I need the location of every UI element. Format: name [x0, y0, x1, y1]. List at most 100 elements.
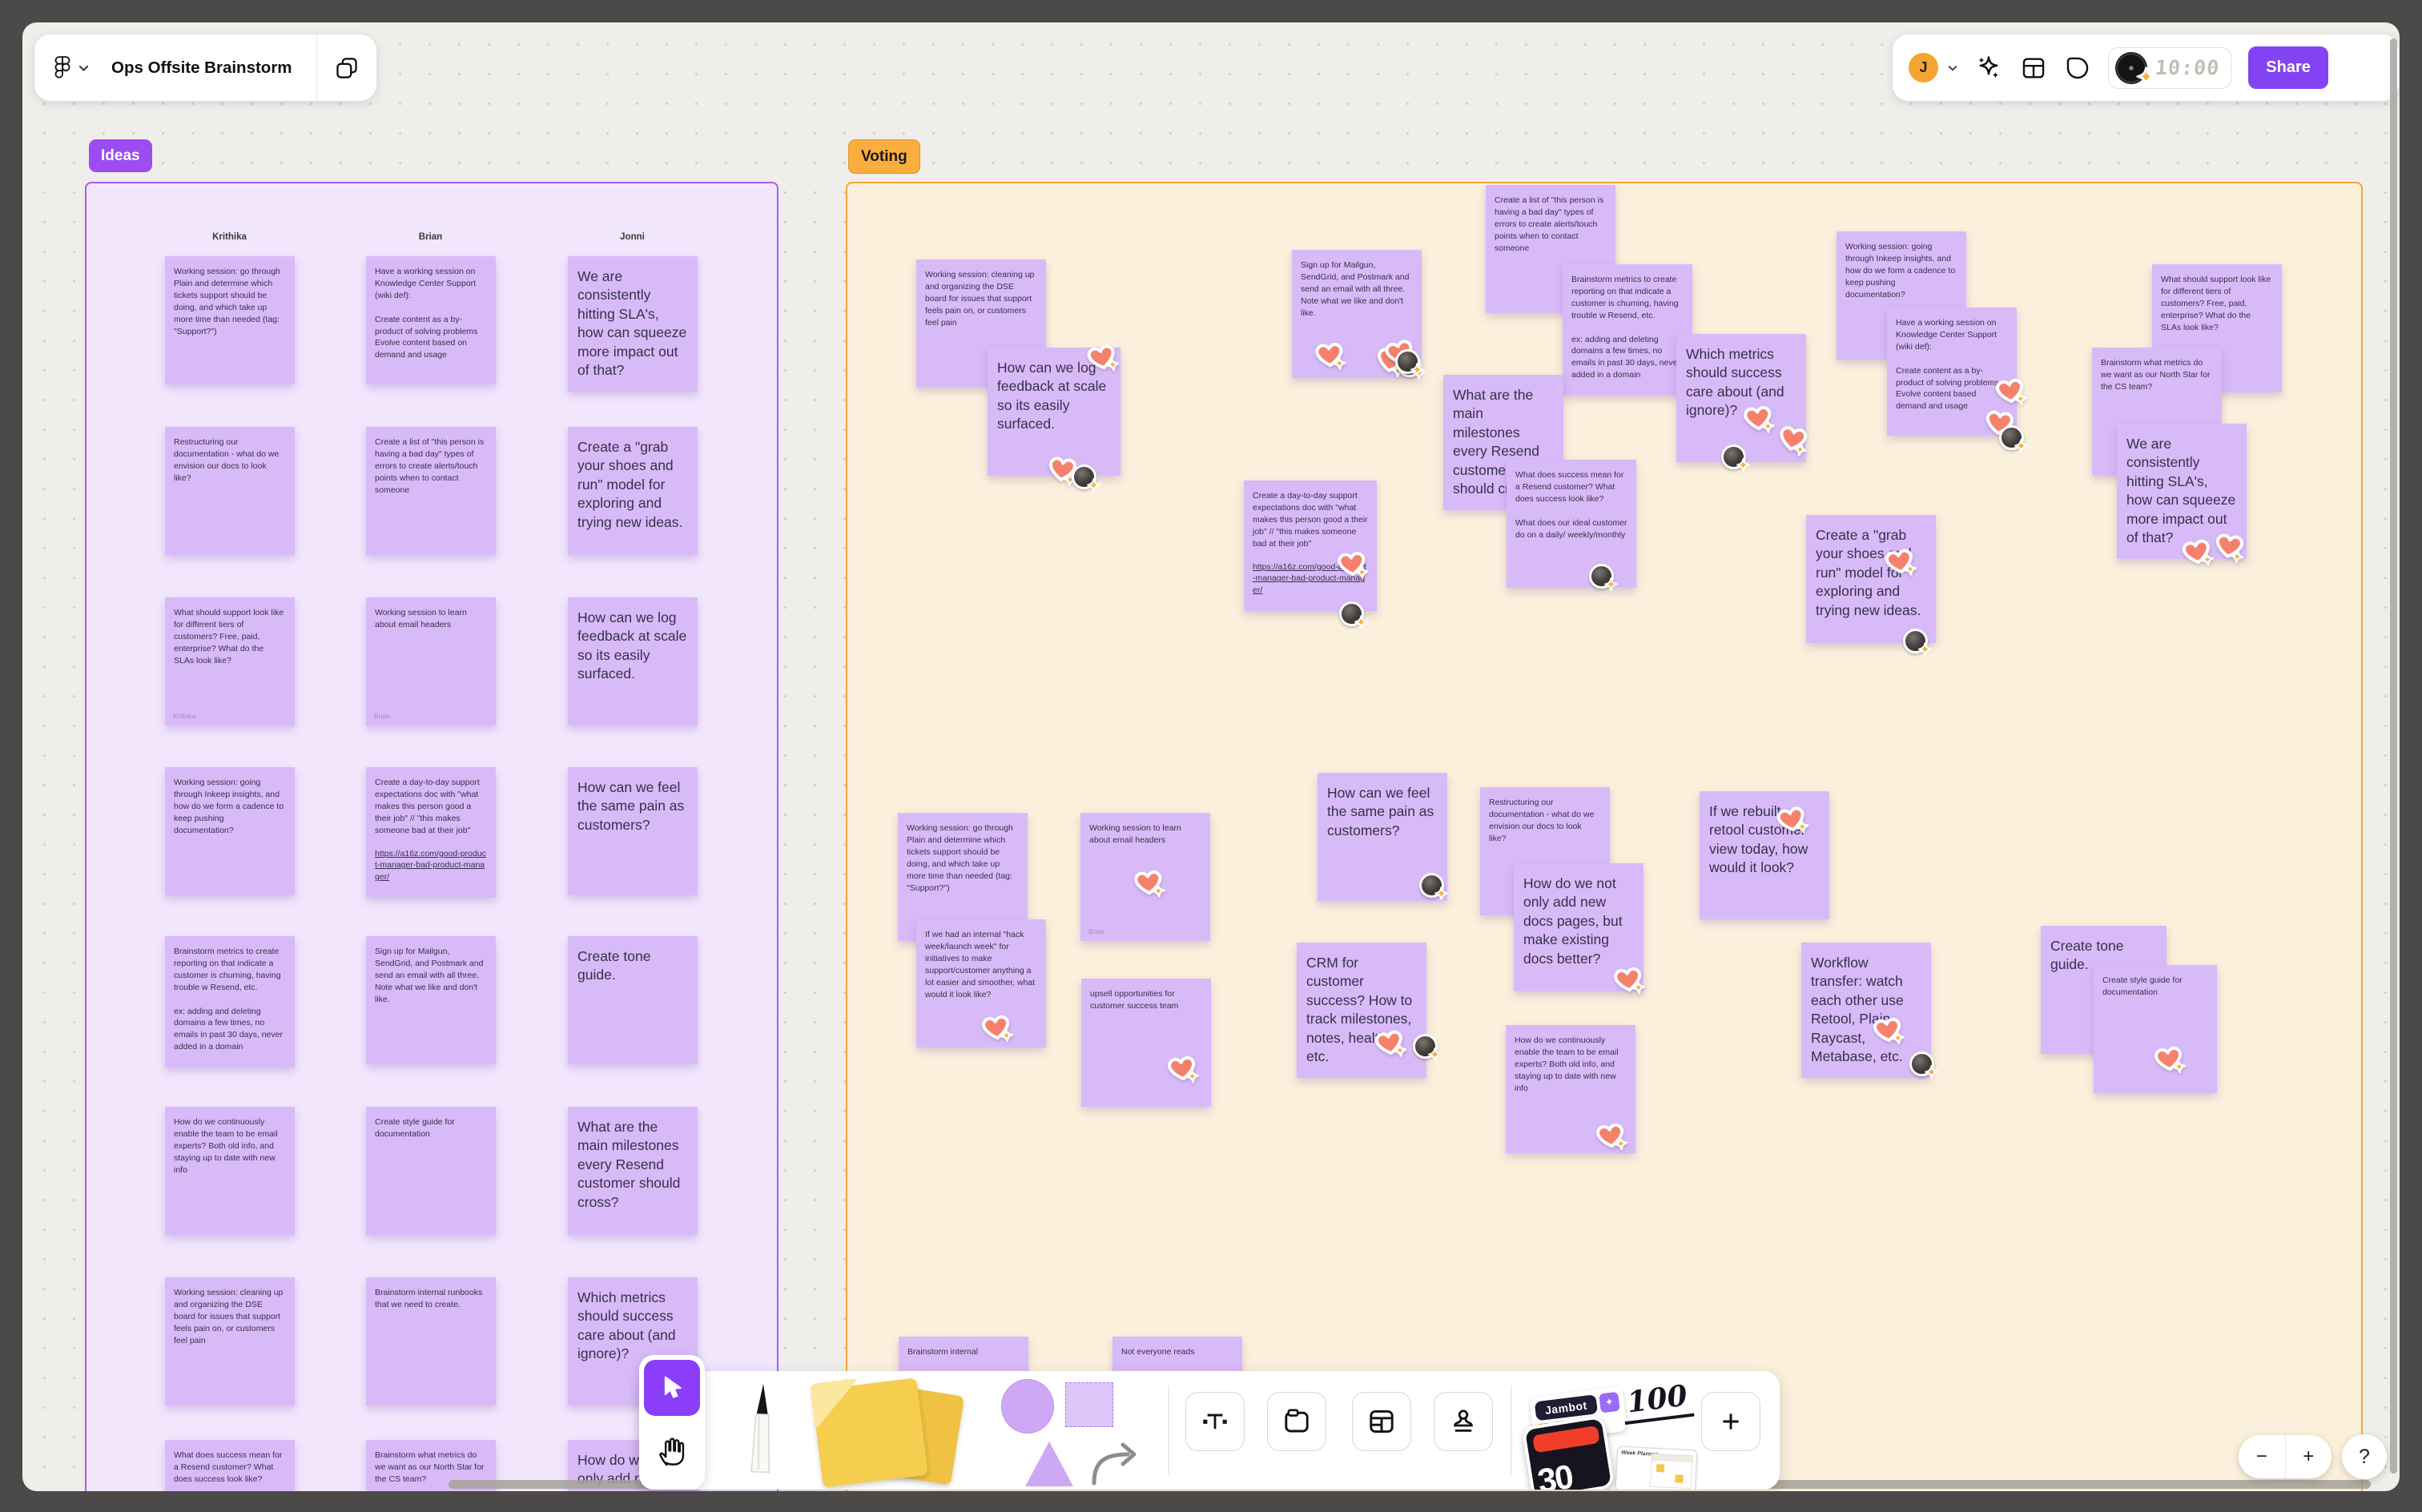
connector-arrow-tool[interactable] — [1083, 1434, 1157, 1486]
avatar-sticker-icon[interactable] — [1999, 425, 2028, 452]
heart-sticker-icon[interactable] — [2209, 528, 2251, 568]
templates-icon[interactable] — [2020, 54, 2047, 82]
sticky-note[interactable]: How can we feel the same pain as custome… — [568, 767, 698, 895]
heart-sticker-icon[interactable] — [1772, 420, 1815, 461]
zoom-in-button[interactable]: + — [2286, 1435, 2332, 1478]
sticky-note-text: How can we feel the same pain as custome… — [1327, 785, 1434, 838]
sticky-note[interactable]: Create a list of "this person is having … — [366, 427, 496, 555]
ai-sparkle-icon[interactable] — [1974, 54, 2003, 82]
sticky-note-text: Brainstorm what metrics do we want as ou… — [2101, 358, 2211, 392]
heart-sticker-icon[interactable] — [1162, 1050, 1204, 1090]
table-tool[interactable] — [1352, 1392, 1411, 1451]
heart-sticker-icon[interactable] — [1880, 542, 1922, 583]
sticky-note[interactable]: What does success mean for a Resend cust… — [1507, 460, 1636, 588]
sticky-note[interactable]: Have a working session on Knowledge Cent… — [366, 256, 496, 384]
figjam-canvas[interactable]: Ideas Voting Krithika Brian Jonni Workin… — [22, 22, 2400, 1491]
chevron-down-icon[interactable] — [1948, 65, 1957, 71]
stamp-tool[interactable] — [1434, 1392, 1493, 1451]
sticky-note[interactable]: Working session: cleaning up and organiz… — [165, 1277, 295, 1405]
voting-section-label[interactable]: Voting — [848, 139, 920, 174]
heart-sticker-icon[interactable] — [1739, 400, 1779, 440]
sticky-note-text: What are the main milestones every Resen… — [577, 1119, 681, 1210]
heart-sticker-icon[interactable] — [1370, 1023, 1412, 1064]
hand-tool[interactable] — [644, 1422, 700, 1480]
sticky-note[interactable]: If we rebuilt retool customer view today… — [1700, 791, 1829, 919]
heart-sticker-icon[interactable] — [1129, 865, 1169, 904]
week-planner-widget[interactable]: Week Planner — [1615, 1446, 1698, 1490]
sticky-note[interactable]: How can we log feedback at scale so its … — [568, 597, 698, 726]
sticky-note[interactable]: Create a "grab your shoes and run" model… — [1806, 515, 1936, 643]
avatar-sticker-icon[interactable] — [1413, 1034, 1442, 1061]
vinyl-record-icon — [2115, 51, 2156, 86]
file-titlebar: Ops Offsite Brainstorm — [34, 34, 377, 101]
music-timer-widget[interactable]: 10:00 — [2108, 46, 2232, 89]
ideas-section-label[interactable]: Ideas — [89, 139, 152, 172]
sticky-note[interactable]: Create a day-to-day support expectations… — [1244, 481, 1377, 612]
sticky-note[interactable]: Create tone guide. — [568, 936, 698, 1064]
zoom-controls: − + — [2239, 1435, 2331, 1478]
sticky-note[interactable]: Working session: going through Inkeep in… — [165, 767, 295, 895]
heart-sticker-icon[interactable] — [1771, 800, 1814, 842]
boards-icon[interactable] — [317, 34, 376, 101]
heart-sticker-icon[interactable] — [1333, 546, 1373, 585]
avatar-sticker-icon[interactable] — [1909, 1052, 1938, 1079]
sticky-note-text: If we had an internal "hack week/launch … — [925, 930, 1036, 999]
ellipse-shape-tool[interactable] — [1001, 1379, 1054, 1434]
help-button[interactable]: ? — [2342, 1434, 2387, 1479]
sticky-note[interactable]: Working session to learn about email hea… — [366, 597, 496, 726]
heart-sticker-icon[interactable] — [1081, 338, 1124, 380]
triangle-shape-tool[interactable] — [1025, 1442, 1073, 1486]
sticky-note[interactable]: Restructuring our documentation - what d… — [165, 427, 295, 555]
heart-sticker-icon[interactable] — [2149, 1040, 2191, 1080]
square-shape-tool[interactable] — [1065, 1382, 1113, 1427]
text-tool[interactable] — [1185, 1392, 1245, 1451]
sticky-note[interactable]: Working session: go through Plain and de… — [165, 256, 295, 384]
sticky-note[interactable]: What are the main milestones every Resen… — [568, 1107, 698, 1235]
hundred-points-widget[interactable]: 100 — [1620, 1379, 1695, 1425]
sticky-note[interactable]: We are consistently hitting SLA's, how c… — [568, 256, 698, 392]
sticky-note[interactable]: What should support look like for differ… — [165, 597, 295, 726]
vertical-scrollbar[interactable] — [2390, 38, 2397, 1474]
sticky-note-text: How can we log feedback at scale so its … — [577, 609, 687, 682]
marker-tool[interactable] — [742, 1381, 782, 1479]
sticky-note-text: Sign up for Mailgun, SendGrid, and Postm… — [375, 947, 484, 1004]
sticky-note-text: Brainstorm what metrics do we want as ou… — [375, 1450, 485, 1484]
avatar-sticker-icon[interactable] — [1395, 349, 1424, 376]
column-header-krithika: Krithika — [212, 232, 247, 242]
sticky-note-link[interactable]: https://a16z.com/good-product-manager-ba… — [375, 848, 487, 884]
sticky-note[interactable]: Brainstorm internal runbooks that we nee… — [366, 1277, 496, 1405]
heart-sticker-icon[interactable] — [976, 1009, 1018, 1049]
sticky-note[interactable]: What does success mean for a Resend cust… — [165, 1440, 295, 1491]
sticky-note-author: Brian — [1088, 927, 1104, 935]
avatar-sticker-icon[interactable] — [1072, 464, 1100, 492]
zoom-out-button[interactable]: − — [2239, 1435, 2285, 1478]
figma-logo-icon[interactable] — [54, 55, 71, 81]
avatar-sticker-icon[interactable] — [1339, 601, 1368, 629]
heart-sticker-icon[interactable] — [1608, 961, 1650, 1001]
comment-icon[interactable] — [2064, 54, 2091, 82]
sticky-note[interactable]: upsell opportunities for customer succes… — [1081, 979, 1211, 1107]
calendar-widget[interactable]: 30 — [1521, 1414, 1615, 1490]
heart-sticker-icon[interactable] — [1591, 1117, 1632, 1157]
avatar-sticker-icon[interactable] — [1419, 873, 1448, 900]
avatar-sticker-icon[interactable] — [1903, 629, 1932, 656]
chevron-down-icon[interactable] — [78, 65, 89, 71]
heart-sticker-icon[interactable] — [1310, 337, 1350, 376]
sticky-note[interactable]: Sign up for Mailgun, SendGrid, and Postm… — [366, 936, 496, 1064]
add-widget-button[interactable] — [1701, 1392, 1760, 1451]
sticky-note-tool[interactable] — [807, 1377, 976, 1488]
avatar-sticker-icon[interactable] — [1589, 564, 1618, 591]
sticky-note[interactable]: Brainstorm metrics to create reporting o… — [165, 936, 295, 1068]
share-button[interactable]: Share — [2248, 46, 2328, 89]
file-title[interactable]: Ops Offsite Brainstorm — [111, 58, 292, 78]
section-tool[interactable] — [1267, 1392, 1326, 1451]
avatar-sticker-icon[interactable] — [1721, 444, 1750, 472]
heart-sticker-icon[interactable] — [1868, 1011, 1909, 1052]
sticky-note[interactable]: Create a "grab your shoes and run" model… — [568, 427, 698, 555]
sticky-note[interactable]: Create style guide for documentation — [366, 1107, 496, 1235]
select-tool[interactable] — [644, 1360, 700, 1416]
sticky-note[interactable]: How do we continuously enable the team t… — [165, 1107, 295, 1235]
user-avatar[interactable]: J — [1909, 53, 1938, 82]
sticky-note[interactable]: Create a day-to-day support expectations… — [366, 767, 496, 899]
sticky-note[interactable]: Brainstorm metrics to create reporting o… — [1563, 264, 1692, 396]
